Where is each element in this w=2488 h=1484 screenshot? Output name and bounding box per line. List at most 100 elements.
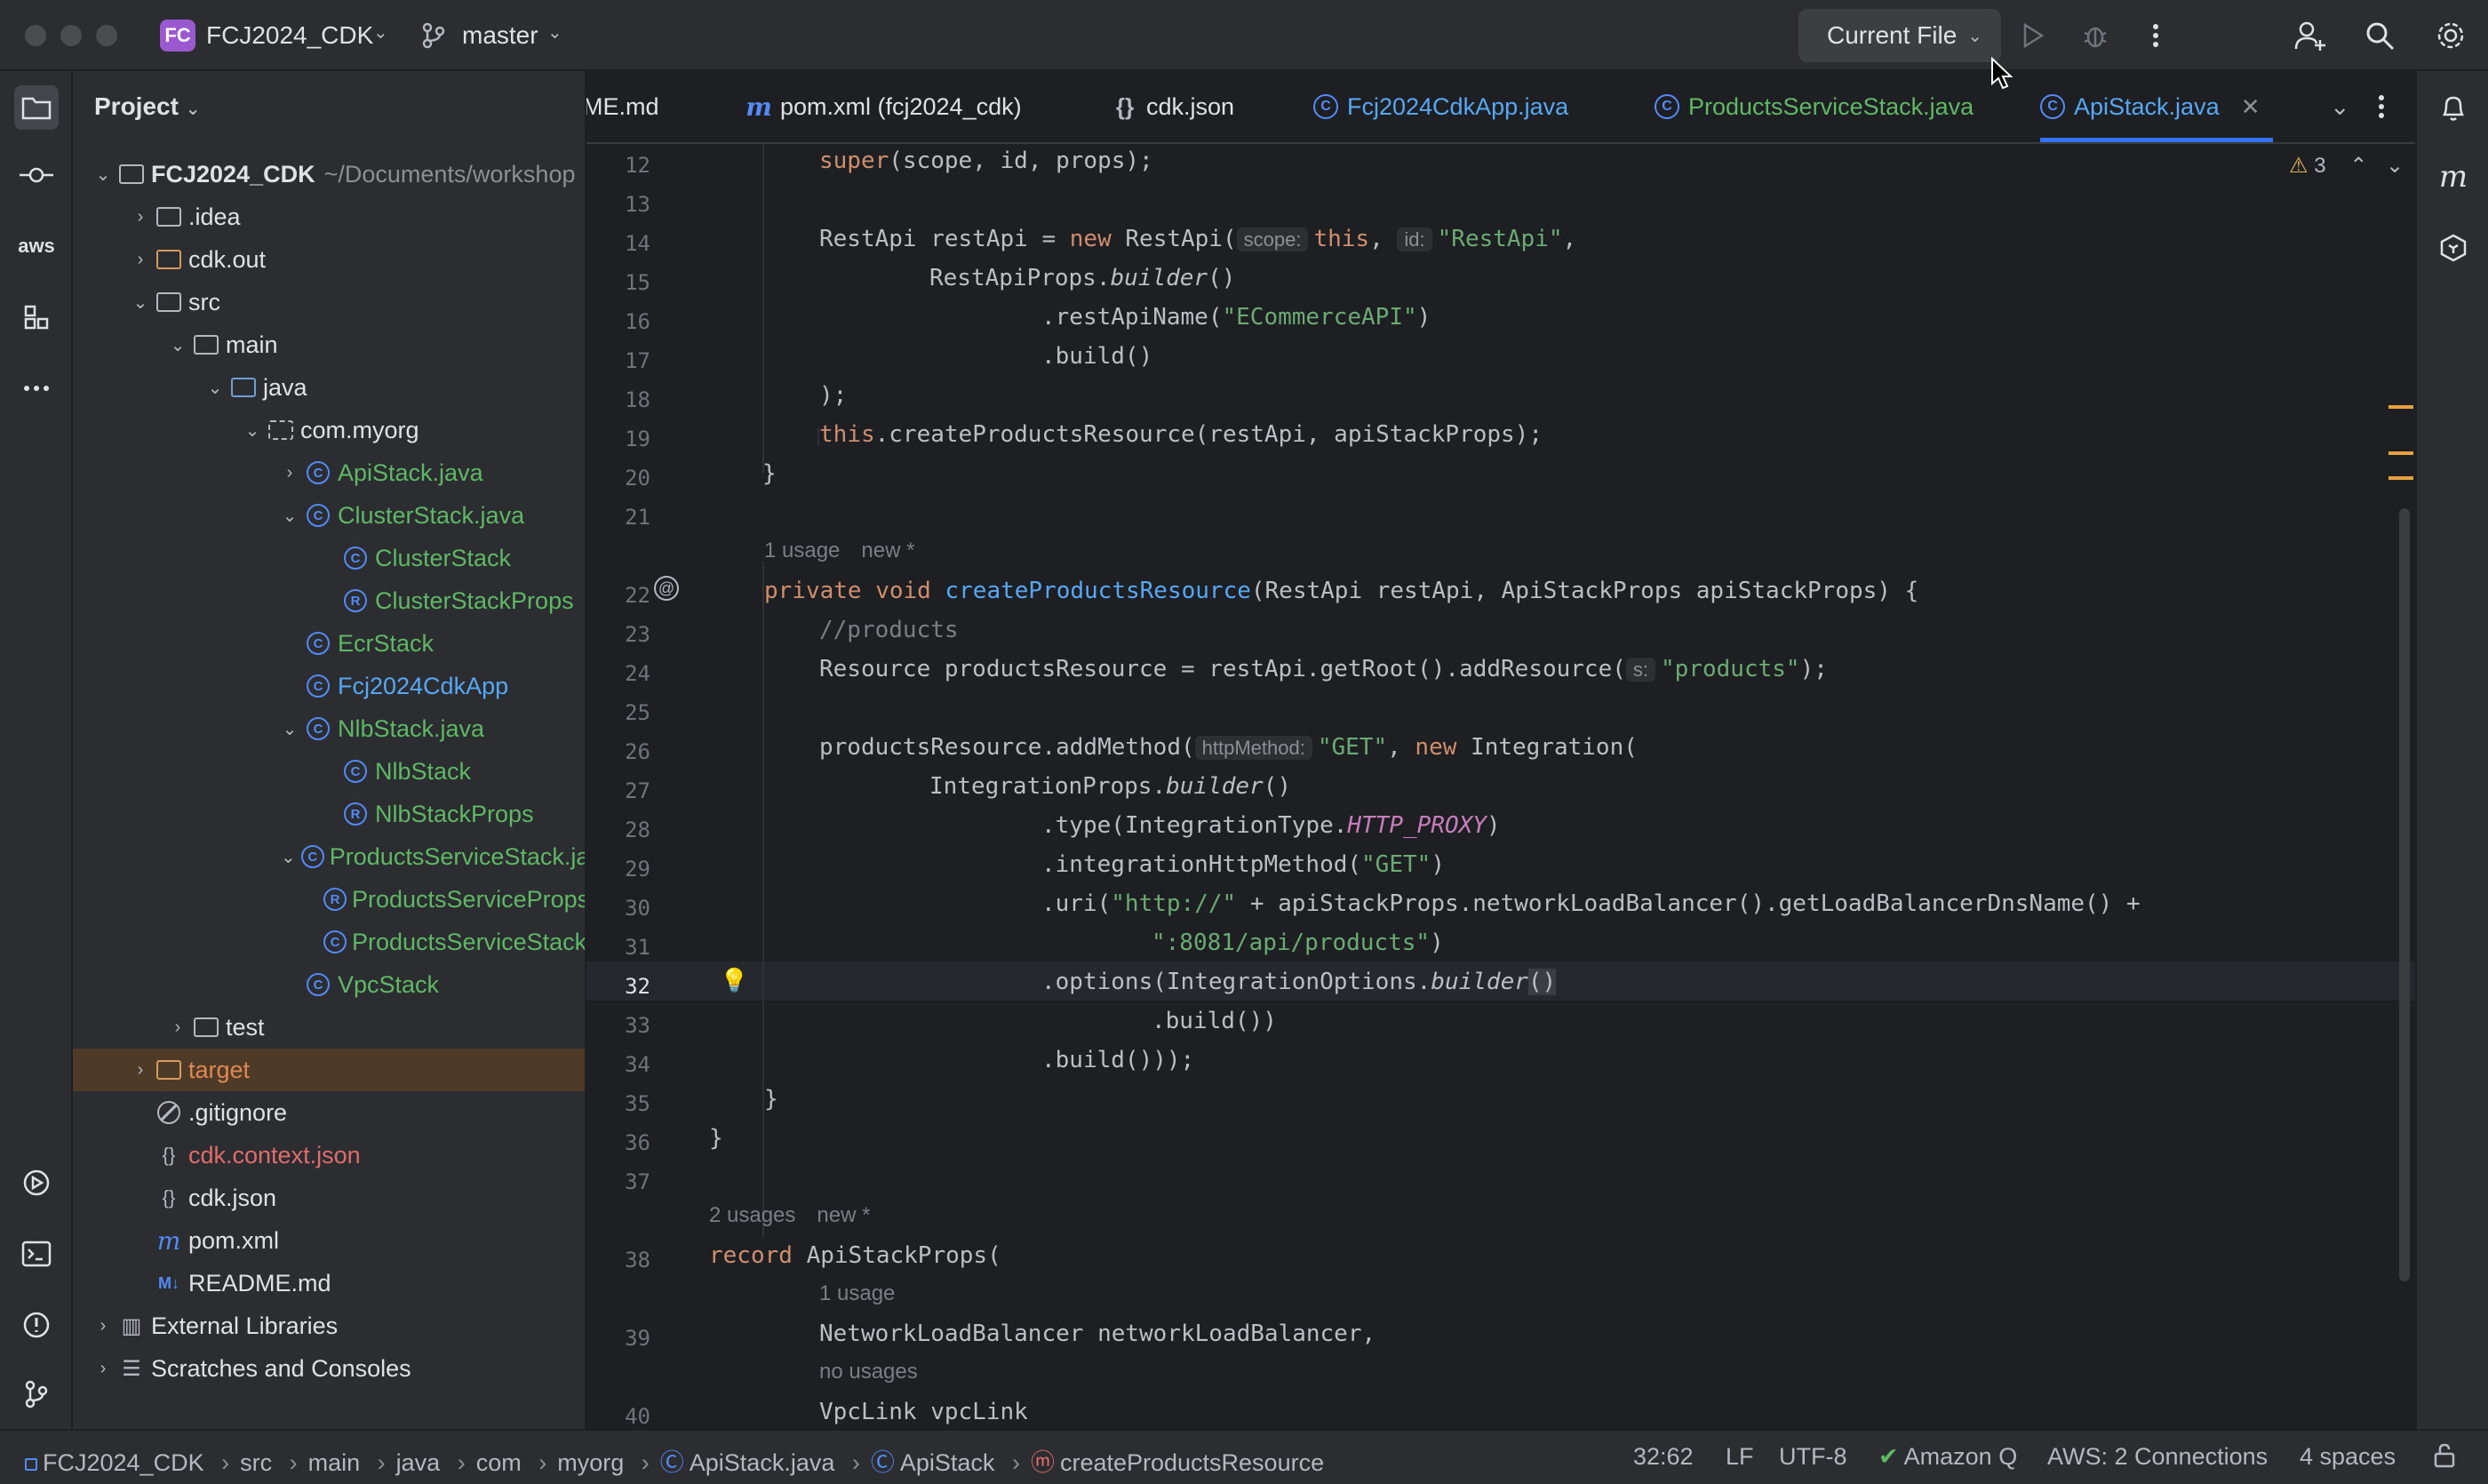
line-number[interactable]: 16 — [586, 309, 650, 334]
project-selector[interactable]: FCJ2024_CDK — [206, 21, 373, 50]
tree-item[interactable]: ⌄ C NlbStack.java — [73, 707, 585, 750]
tree-item[interactable]: R ClusterStackProps — [73, 579, 585, 622]
breadcrumb-item[interactable]: FCJ2024_CDK — [43, 1449, 204, 1476]
line-number[interactable]: 12 — [586, 153, 650, 178]
line-number[interactable]: 29 — [586, 857, 650, 882]
tree-item[interactable]: › C ApiStack.java — [73, 451, 585, 494]
branch-selector[interactable]: master — [462, 21, 538, 50]
usage-hint[interactable]: no usages — [819, 1360, 918, 1384]
chevron-right-icon[interactable]: › — [132, 207, 149, 227]
chevron-right-icon[interactable]: › — [132, 1060, 149, 1081]
tree-item[interactable]: C ProductsServiceStack — [73, 921, 585, 963]
tree-item[interactable]: › ▥ External Libraries — [73, 1304, 585, 1347]
tab-readme[interactable]: ME.md — [586, 71, 659, 142]
breadcrumb-item[interactable]: ApiStack.java — [690, 1449, 835, 1476]
tree-item[interactable]: › test — [73, 1006, 585, 1049]
chevron-right-icon[interactable]: › — [94, 1359, 112, 1379]
line-number[interactable]: 36 — [586, 1130, 650, 1155]
more-tools-icon[interactable] — [14, 366, 59, 411]
breadcrumb-item[interactable]: myorg — [557, 1449, 624, 1476]
line-number[interactable]: 18 — [586, 387, 650, 412]
tree-item[interactable]: C NlbStack — [73, 750, 585, 793]
tree-item[interactable]: › .idea — [73, 195, 585, 238]
run-config-selector[interactable]: Current File ⌄ — [1798, 9, 2001, 62]
line-number[interactable]: 34 — [586, 1052, 650, 1077]
chevron-down-icon[interactable]: ⌄ — [281, 505, 299, 527]
commit-tool-icon[interactable] — [14, 153, 59, 197]
git-tool-icon[interactable] — [14, 1372, 59, 1416]
aws-toolkit-icon[interactable]: aws — [14, 224, 59, 268]
annotation-gutter-icon[interactable]: @ — [654, 576, 679, 601]
line-separator[interactable]: LF — [1726, 1443, 1754, 1471]
tabs-dropdown-icon[interactable]: ⌄ — [2330, 71, 2350, 142]
aws-q-icon[interactable] — [2431, 226, 2476, 270]
problems-tool-icon[interactable] — [14, 1303, 59, 1347]
chevron-down-icon[interactable]: ⌄ — [281, 846, 296, 868]
chevron-down-icon[interactable]: ⌄ — [132, 291, 149, 314]
terminal-tool-icon[interactable] — [14, 1232, 59, 1276]
tree-item[interactable]: › ☰ Scratches and Consoles — [73, 1347, 585, 1390]
breadcrumb-item[interactable]: com — [476, 1449, 522, 1476]
notifications-icon[interactable] — [2431, 85, 2476, 130]
close-icon[interactable]: ✕ — [2241, 93, 2261, 121]
line-number[interactable]: 31 — [586, 935, 650, 960]
tree-item[interactable]: C ClusterStack — [73, 537, 585, 579]
file-encoding[interactable]: UTF-8 — [1779, 1443, 1847, 1471]
line-number[interactable]: 33 — [586, 1013, 650, 1038]
tree-item[interactable]: ⌄ main — [73, 323, 585, 366]
inspection-widget[interactable]: ⚠ 3 ⌃ ⌄ — [2289, 153, 2404, 179]
tabs-more-icon[interactable] — [2378, 71, 2385, 142]
caret-position[interactable]: 32:62 — [1633, 1443, 1694, 1471]
tree-item[interactable]: {} cdk.json — [73, 1177, 585, 1219]
chevron-down-icon[interactable]: ⌄ — [2386, 154, 2404, 178]
debug-icon[interactable] — [2076, 16, 2115, 55]
tree-item[interactable]: › cdk.out — [73, 238, 585, 281]
tree-item[interactable]: .gitignore — [73, 1091, 585, 1134]
aws-connections[interactable]: AWS: 2 Connections — [2047, 1443, 2268, 1471]
lock-icon[interactable] — [2433, 1443, 2456, 1474]
tab-pom[interactable]: m pom.xml (fcj2024_cdk) — [746, 71, 1021, 142]
tree-item[interactable]: {} cdk.context.json — [73, 1134, 585, 1177]
tab-cdk-json[interactable]: {} cdk.json — [1112, 71, 1234, 142]
tree-item[interactable]: ⌄ C ClusterStack.java — [73, 494, 585, 537]
tab-productsservicestack[interactable]: C ProductsServiceStack.java — [1655, 71, 1974, 142]
minimize-window-button[interactable] — [60, 25, 82, 46]
structure-tool-icon[interactable] — [14, 295, 59, 339]
project-panel-title[interactable]: Project ⌄ — [94, 92, 200, 121]
line-number[interactable]: 25 — [586, 700, 650, 725]
tree-item[interactable]: C Fcj2024CdkApp — [73, 665, 585, 707]
more-icon[interactable] — [2136, 16, 2175, 55]
breadcrumb-item[interactable]: src — [240, 1449, 272, 1476]
code-editor[interactable]: ⚠ 3 ⌃ ⌄ 12 13 14 15 16 17 18 19 20 21 22 23 24 25 26 27… — [586, 144, 2415, 1429]
tree-item[interactable]: C VpcStack — [73, 963, 585, 1006]
maven-icon[interactable]: m — [2431, 155, 2476, 199]
indent-setting[interactable]: 4 spaces — [2300, 1443, 2396, 1471]
add-user-icon[interactable] — [2291, 16, 2330, 55]
line-number[interactable]: 15 — [586, 270, 650, 295]
line-number[interactable]: 30 — [586, 896, 650, 921]
line-number[interactable]: 39 — [586, 1326, 650, 1351]
line-number[interactable]: 27 — [586, 778, 650, 803]
line-number[interactable]: 40 — [586, 1404, 650, 1429]
breadcrumb-item[interactable]: java — [396, 1449, 441, 1476]
services-tool-icon[interactable] — [14, 1161, 59, 1205]
tree-item[interactable]: R NlbStackProps — [73, 793, 585, 835]
line-number[interactable]: 20 — [586, 466, 650, 491]
tree-item[interactable]: ⌄ com.myorg — [73, 409, 585, 451]
chevron-right-icon[interactable]: › — [94, 1316, 112, 1336]
line-number[interactable]: 35 — [586, 1091, 650, 1116]
tree-item[interactable]: C EcrStack — [73, 622, 585, 665]
search-icon[interactable] — [2360, 16, 2399, 55]
line-number[interactable]: 17 — [586, 348, 650, 373]
editor-scrollbar[interactable] — [2399, 508, 2410, 1281]
chevron-down-icon[interactable]: ⌄ — [169, 334, 187, 356]
chevron-up-icon[interactable]: ⌃ — [2349, 154, 2367, 178]
usage-hint[interactable]: 2 usages new * — [709, 1203, 870, 1228]
tree-item[interactable]: ⌄ src — [73, 281, 585, 323]
line-number[interactable]: 21 — [586, 505, 650, 530]
tree-item[interactable]: › target — [73, 1049, 585, 1091]
run-icon[interactable] — [2014, 16, 2053, 55]
line-number[interactable]: 28 — [586, 818, 650, 842]
usage-hint[interactable]: 1 usage — [819, 1281, 895, 1306]
maximize-window-button[interactable] — [96, 25, 117, 46]
